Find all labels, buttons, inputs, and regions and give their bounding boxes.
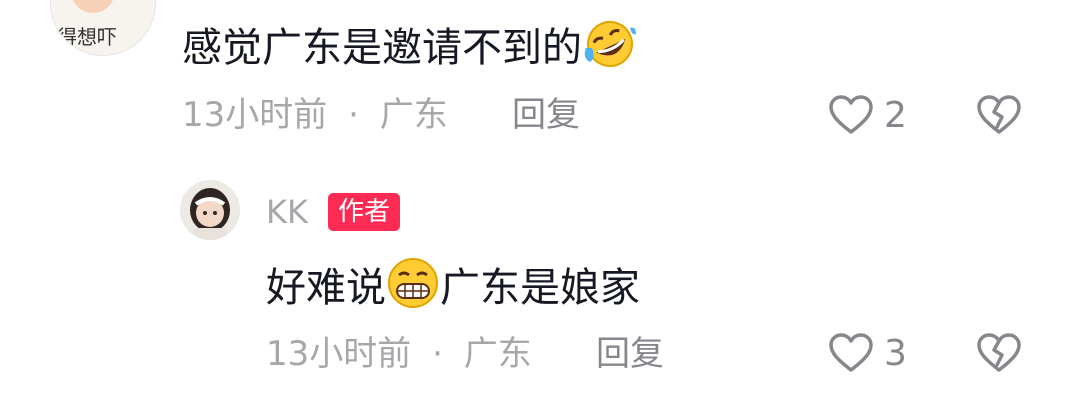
broken-heart-icon: [977, 333, 1021, 372]
meta-separator: ·: [432, 334, 443, 374]
comment-text-before: 感觉广东是邀请不到的: [182, 25, 582, 71]
broken-heart-icon: [977, 95, 1021, 134]
grinning-emoji: [386, 256, 440, 321]
dislike-button[interactable]: [976, 92, 1024, 140]
reply-text-after: 广东是娘家: [440, 265, 640, 311]
commenter-avatar[interactable]: 得想吓: [50, 0, 156, 56]
reply-button[interactable]: 回复: [596, 334, 664, 374]
author-username[interactable]: KK: [266, 192, 308, 232]
meta-separator: ·: [348, 95, 359, 135]
like-count: 2: [884, 95, 907, 136]
rolling-laughing-emoji: [582, 18, 638, 81]
avatar-text: 得想吓: [57, 25, 117, 49]
reply-button[interactable]: 回复: [512, 95, 580, 135]
comment-time: 13小时前: [182, 95, 328, 135]
like-count: 3: [884, 333, 907, 374]
author-badge: 作者: [328, 193, 401, 231]
author-avatar[interactable]: [180, 180, 240, 240]
heart-icon: [829, 333, 873, 372]
reply-location: 广东: [463, 334, 532, 374]
comment-meta: 13小时前 · 广东: [182, 95, 448, 135]
reply-time: 13小时前: [266, 334, 412, 374]
reply-text-before: 好难说: [266, 265, 386, 311]
dislike-button[interactable]: [976, 330, 1024, 378]
comment-location: 广东: [379, 95, 448, 135]
like-button[interactable]: 2: [828, 92, 908, 140]
reply-text: 好难说 广东是娘家: [266, 256, 640, 321]
avatar-illustration: [180, 180, 240, 240]
like-button[interactable]: 3: [828, 330, 908, 378]
heart-icon: [829, 95, 873, 134]
comment-text: 感觉广东是邀请不到的: [182, 18, 638, 81]
reply-meta: 13小时前 · 广东: [266, 334, 532, 374]
